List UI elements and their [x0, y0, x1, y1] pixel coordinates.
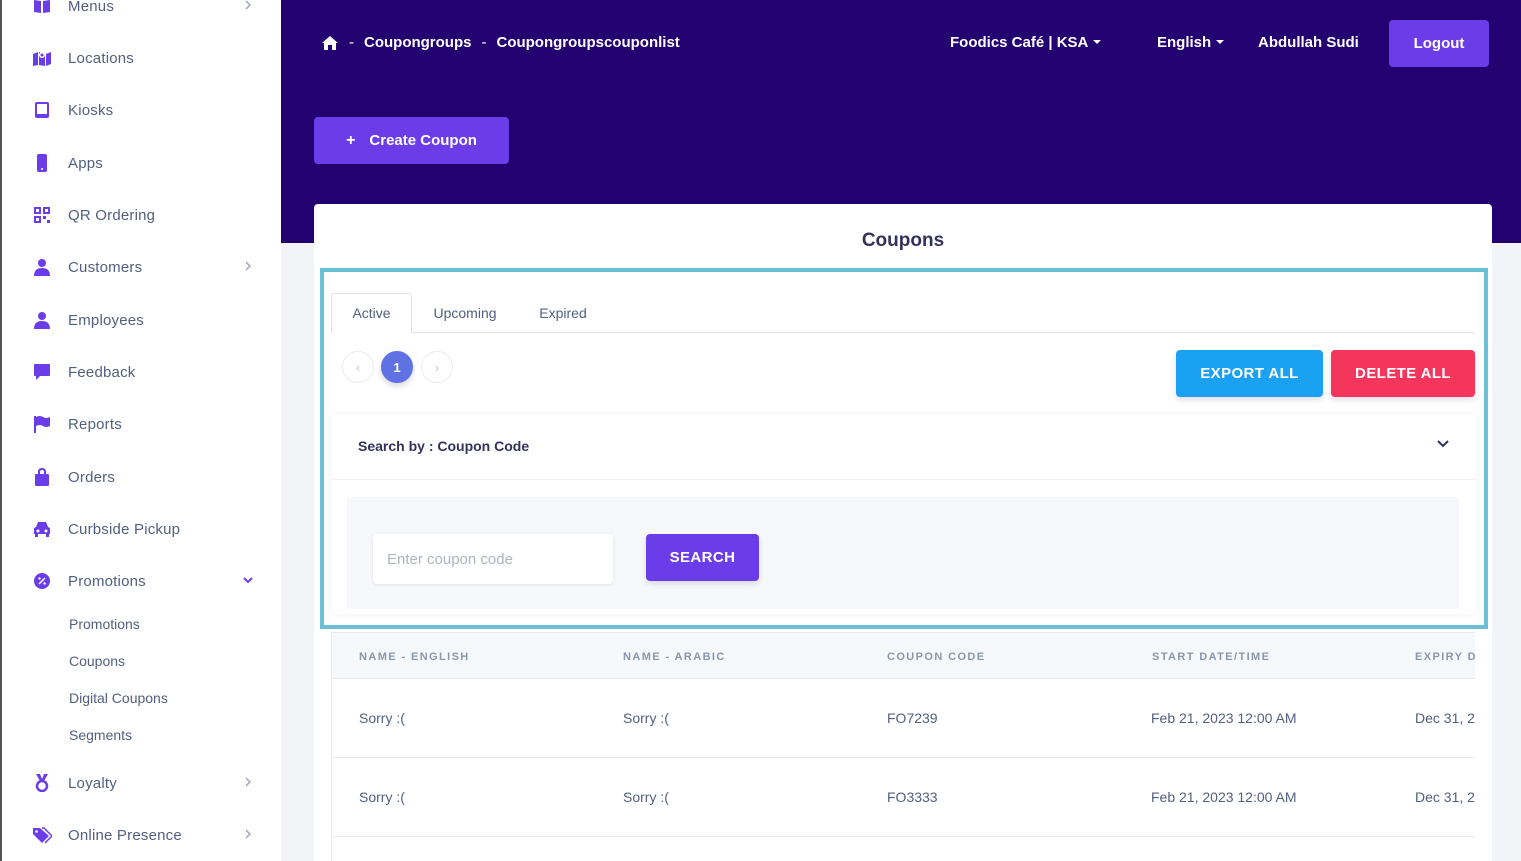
logout-button[interactable]: Logout — [1389, 20, 1489, 67]
cell-expiry-date: Dec 31, 2 — [1415, 710, 1475, 726]
sidebar-item-label: Locations — [68, 49, 135, 67]
sidebar-item-label: Employees — [68, 311, 145, 329]
sidebar-item-orders[interactable]: Orders — [2, 457, 281, 497]
sidebar-item-label: Orders — [68, 468, 116, 486]
user-icon — [32, 257, 52, 277]
business-dropdown[interactable]: Foodics Café | KSA — [950, 34, 1102, 51]
sidebar-item-online-presence[interactable]: Online Presence — [2, 815, 281, 855]
table-row[interactable]: Sorry :( Sorry :( FO7239 Feb 21, 2023 12… — [332, 679, 1475, 758]
qr-icon — [32, 205, 52, 225]
sidebar-item-menus[interactable]: Menus — [2, 0, 281, 26]
cell-name-arabic: Sorry :( — [623, 789, 669, 805]
user-icon — [32, 310, 52, 330]
sidebar-item-curbside-pickup[interactable]: Curbside Pickup — [2, 509, 281, 549]
mobile-icon — [32, 153, 52, 173]
cell-name-english: Sorry :( — [359, 710, 405, 726]
highlight-outline — [320, 268, 1488, 629]
sidebar-item-label: Reports — [68, 415, 122, 433]
sidebar-subitem-promotions[interactable]: Promotions — [69, 616, 140, 632]
sidebar-item-qr-ordering[interactable]: QR Ordering — [2, 195, 281, 235]
sidebar-item-label: QR Ordering — [68, 206, 156, 224]
tags-icon — [32, 825, 52, 845]
sidebar-item-kiosks[interactable]: Kiosks — [2, 90, 281, 130]
breadcrumb-separator: - — [349, 34, 354, 51]
column-header-start-date[interactable]: START DATE/TIME — [1152, 651, 1270, 663]
sidebar-item-label: Feedback — [68, 363, 136, 381]
user-name-label: Abdullah Sudi — [1258, 34, 1359, 51]
chevron-down-icon — [243, 577, 253, 584]
sidebar-item-label: Online Presence — [68, 826, 182, 844]
sidebar-item-label: Promotions — [68, 572, 146, 590]
home-icon[interactable] — [321, 35, 339, 51]
breadcrumb-separator: - — [481, 34, 487, 51]
sidebar-subitem-segments[interactable]: Segments — [69, 727, 132, 743]
sidebar-subitem-coupons[interactable]: Coupons — [69, 653, 125, 669]
sidebar-item-label: Kiosks — [68, 101, 114, 119]
language-label: English — [1157, 34, 1212, 51]
table-row[interactable]: Sorry :( Sorry :( FO3333 Feb 21, 2023 12… — [332, 758, 1475, 837]
sidebar-item-locations[interactable]: Locations — [2, 38, 281, 78]
sidebar-item-label: Apps — [68, 154, 103, 172]
plus-icon: + — [346, 131, 356, 149]
cell-coupon-code: FO3333 — [887, 789, 938, 805]
percent-badge-icon — [32, 571, 52, 591]
sidebar-item-apps[interactable]: Apps — [2, 143, 281, 183]
create-coupon-label: Create Coupon — [369, 132, 477, 149]
caret-down-icon — [1093, 39, 1102, 44]
sidebar-subitem-digital-coupons[interactable]: Digital Coupons — [69, 690, 168, 706]
coupons-table: NAME - ENGLISH NAME - ARABIC COUPON CODE… — [331, 632, 1475, 861]
cell-coupon-code: FO7239 — [887, 710, 938, 726]
car-icon — [32, 519, 52, 539]
column-header-name-arabic[interactable]: NAME - ARABIC — [623, 651, 726, 663]
column-header-expiry-date[interactable]: EXPIRY D — [1415, 651, 1475, 663]
sidebar-item-employees[interactable]: Employees — [2, 300, 281, 340]
sidebar-item-label: Customers — [68, 258, 143, 276]
cell-name-english: Sorry :( — [359, 789, 405, 805]
business-name: Foodics Café | KSA — [950, 34, 1089, 51]
tablet-icon — [32, 100, 52, 120]
comment-icon — [32, 362, 52, 382]
sidebar-item-label: Curbside Pickup — [68, 520, 181, 538]
column-header-coupon-code[interactable]: COUPON CODE — [887, 651, 986, 663]
shopping-bag-icon — [32, 467, 52, 487]
book-icon — [32, 0, 52, 16]
breadcrumb-item-coupongroups[interactable]: Coupongroups — [364, 34, 471, 51]
card-title: Coupons — [861, 230, 945, 251]
cell-start-date: Feb 21, 2023 12:00 AM — [1151, 789, 1297, 805]
sidebar-item-reports[interactable]: Reports — [2, 404, 281, 444]
caret-down-icon — [1216, 39, 1225, 44]
cell-start-date: Feb 21, 2023 12:00 AM — [1151, 710, 1297, 726]
chevron-right-icon — [245, 261, 252, 271]
sidebar-item-loyalty[interactable]: Loyalty — [2, 763, 281, 803]
chevron-right-icon — [245, 777, 252, 787]
breadcrumb-item-current: Coupongroupscouponlist — [496, 34, 680, 51]
cell-name-arabic: Sorry :( — [623, 710, 669, 726]
table-header: NAME - ENGLISH NAME - ARABIC COUPON CODE… — [332, 632, 1475, 679]
sidebar-item-feedback[interactable]: Feedback — [2, 352, 281, 392]
chevron-right-icon — [245, 829, 252, 839]
column-header-name-english[interactable]: NAME - ENGLISH — [359, 651, 470, 663]
sidebar-item-customers[interactable]: Customers — [2, 247, 281, 287]
map-icon — [32, 48, 52, 68]
sidebar-item-label: Menus — [68, 0, 115, 15]
sidebar: Menus Locations Kiosks Apps QR Ordering … — [0, 0, 281, 861]
cell-expiry-date: Dec 31, 2 — [1415, 789, 1475, 805]
language-dropdown[interactable]: English — [1157, 34, 1225, 51]
user-name[interactable]: Abdullah Sudi — [1258, 34, 1359, 51]
medal-icon — [32, 773, 52, 793]
breadcrumb: - Coupongroups - Coupongroupscouponlist — [321, 34, 680, 51]
flag-icon — [32, 414, 52, 434]
sidebar-item-label: Loyalty — [68, 774, 117, 792]
sidebar-item-promotions[interactable]: Promotions — [2, 561, 281, 601]
create-coupon-button[interactable]: + Create Coupon — [314, 117, 509, 164]
chevron-right-icon — [245, 0, 252, 10]
